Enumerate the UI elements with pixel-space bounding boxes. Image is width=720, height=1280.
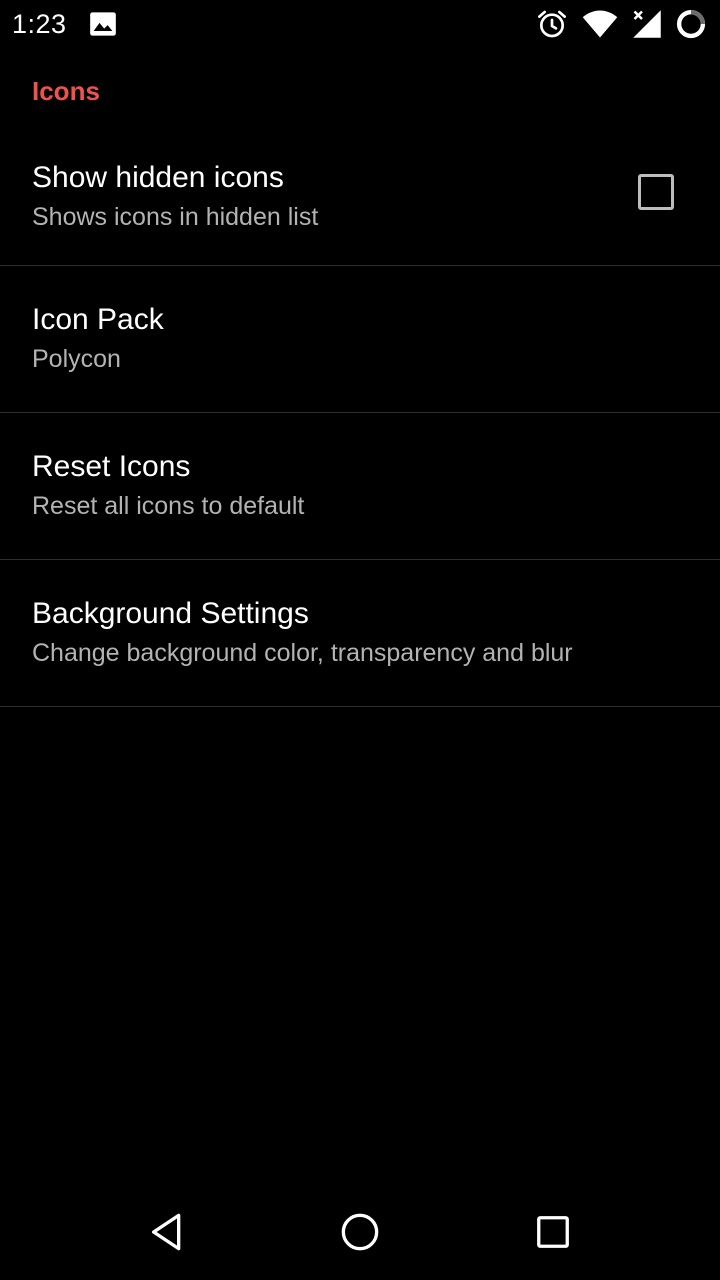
pref-icon-pack[interactable]: Icon Pack Polycon xyxy=(0,266,720,413)
pref-summary: Shows icons in hidden list xyxy=(32,203,319,231)
wifi-icon xyxy=(582,10,618,38)
battery-icon xyxy=(676,9,706,39)
pref-background-settings[interactable]: Background Settings Change background co… xyxy=(0,560,720,707)
pref-title: Reset Icons xyxy=(32,450,191,483)
status-bar: 1:23 xyxy=(0,0,720,48)
back-button[interactable] xyxy=(117,1192,217,1272)
pref-summary: Change background color, transparency an… xyxy=(32,639,573,667)
cell-signal-icon xyxy=(633,10,661,38)
pref-show-hidden-icons[interactable]: Show hidden icons Shows icons in hidden … xyxy=(0,134,720,266)
home-button[interactable] xyxy=(310,1192,410,1272)
pref-title: Show hidden icons xyxy=(32,161,284,194)
navigation-bar xyxy=(0,1184,720,1280)
pref-summary: Polycon xyxy=(32,345,121,373)
back-icon xyxy=(151,1213,180,1251)
settings-list: Icons Show hidden icons Shows icons in h… xyxy=(0,48,720,707)
screen: 1:23 Icons Show hidden icons Shows icons… xyxy=(0,0,720,1280)
image-notification-icon xyxy=(89,12,116,36)
show-hidden-icons-checkbox[interactable] xyxy=(638,174,674,210)
alarm-icon xyxy=(538,10,566,38)
recents-icon xyxy=(537,1216,570,1248)
pref-reset-icons[interactable]: Reset Icons Reset all icons to default xyxy=(0,413,720,560)
category-header: Icons xyxy=(32,75,100,106)
pref-summary: Reset all icons to default xyxy=(32,492,305,520)
home-icon xyxy=(341,1213,379,1251)
pref-title: Icon Pack xyxy=(32,303,164,336)
pref-title: Background Settings xyxy=(32,597,309,630)
status-time: 1:23 xyxy=(12,8,67,39)
recents-button[interactable] xyxy=(503,1192,603,1272)
